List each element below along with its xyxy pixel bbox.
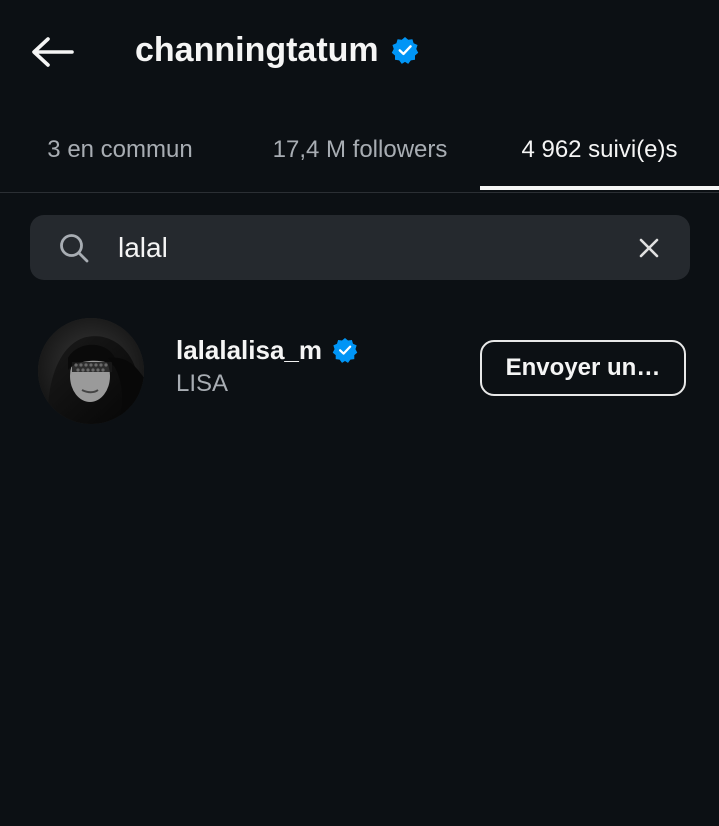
header: channingtatum: [0, 0, 719, 100]
search-input[interactable]: [118, 223, 618, 272]
verified-badge-icon: [332, 337, 358, 363]
full-name: LISA: [176, 370, 229, 397]
avatar[interactable]: [38, 318, 144, 424]
tab-mutual[interactable]: 3 en commun: [0, 110, 240, 190]
page-title: channingtatum: [135, 30, 379, 69]
list-item[interactable]: lalalalisa_m LISA Envoyer un…: [0, 310, 719, 430]
back-button[interactable]: [22, 26, 82, 78]
arrow-left-icon: [32, 37, 74, 67]
screen: channingtatum 3 en commun 17,4 M followe…: [0, 0, 719, 826]
page-title-wrap: channingtatum: [135, 28, 419, 72]
search-icon: [58, 232, 90, 264]
active-tab-indicator: [480, 186, 719, 190]
tab-followers[interactable]: 17,4 M followers: [240, 110, 480, 190]
username[interactable]: lalalalisa_m: [176, 335, 322, 366]
tab-bar: 3 en commun 17,4 M followers 4 962 suivi…: [0, 110, 719, 193]
send-message-button[interactable]: Envoyer un…: [480, 340, 686, 396]
search-bar: [30, 215, 690, 280]
tab-following[interactable]: 4 962 suivi(e)s: [480, 110, 719, 190]
username-wrap: lalalalisa_m: [176, 334, 358, 366]
close-icon[interactable]: [634, 233, 664, 263]
verified-badge-icon: [391, 36, 419, 64]
